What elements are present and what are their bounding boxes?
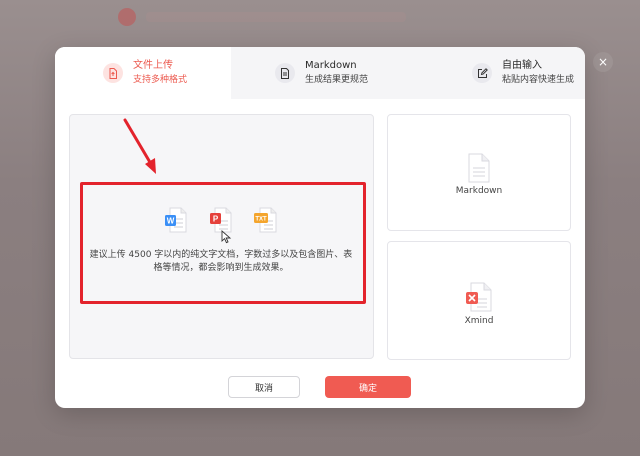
mouse-cursor-icon [221,230,232,244]
xmind-file-icon [466,282,492,312]
cancel-button[interactable]: 取消 [228,376,300,398]
import-dialog: 文件上传 支持多种格式 Markdown 生成结果更规范 自由输入 粘贴内容快速… [55,47,585,408]
edit-icon [472,63,492,83]
word-badge: W [167,217,175,226]
background-avatar [118,8,136,26]
markdown-file-icon [468,153,490,183]
tab-bar: 文件上传 支持多种格式 Markdown 生成结果更规范 自由输入 粘贴内容快速… [55,47,585,99]
txt-badge: TXT [255,217,267,223]
pdf-badge: P [213,215,219,224]
file-upload-icon [103,63,123,83]
document-icon [275,63,295,83]
xmind-format-card[interactable]: Xmind [387,241,571,360]
tab-file-upload[interactable]: 文件上传 支持多种格式 [55,47,231,99]
close-icon: × [597,55,609,69]
upload-hint-text: 建议上传 4500 字以内的纯文字文档，字数过多以及包含图片、表格等情况，都会影… [89,250,353,273]
tab-title: Markdown [305,60,357,71]
confirm-button[interactable]: 确定 [325,376,411,398]
tab-subtitle: 生成结果更规范 [305,75,369,85]
tab-free-input[interactable]: 自由输入 粘贴内容快速生成 [408,47,585,99]
xmind-label: Xmind [464,316,494,326]
background-header-bar [146,12,406,22]
tab-title: 文件上传 [133,60,173,71]
tab-title: 自由输入 [502,60,542,71]
tab-markdown[interactable]: Markdown 生成结果更规范 [231,47,408,99]
word-file-icon: W [165,207,187,233]
close-button[interactable]: × [593,52,613,72]
tab-subtitle: 粘贴内容快速生成 [502,75,575,85]
markdown-label: Markdown [455,186,503,196]
txt-file-icon: TXT [254,207,277,233]
markdown-format-card[interactable]: Markdown [387,114,571,231]
tab-subtitle: 支持多种格式 [133,75,188,85]
